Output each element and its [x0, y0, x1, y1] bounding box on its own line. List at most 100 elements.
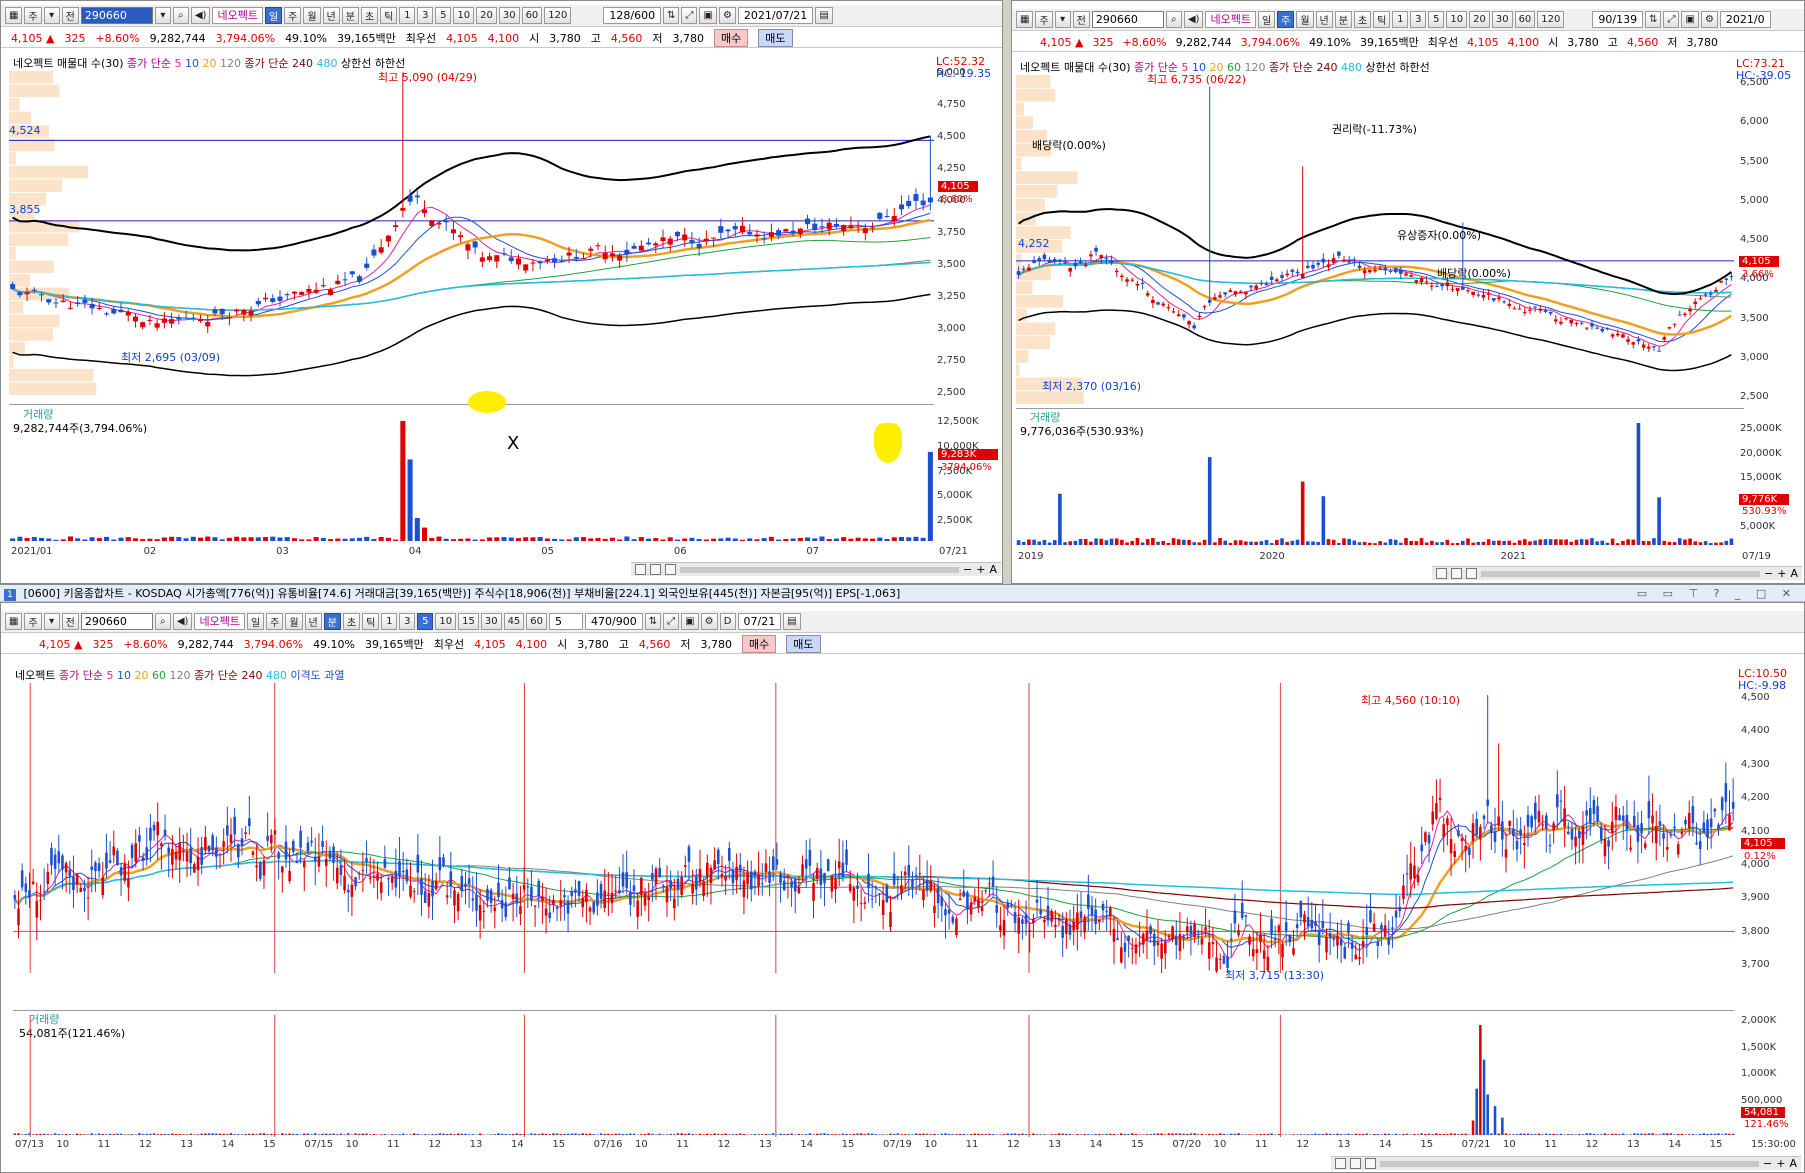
dropdown-icon[interactable]: ▾ [43, 613, 60, 630]
play-icon[interactable] [665, 564, 676, 575]
chart-tool-icon[interactable]: ⇅ [663, 7, 680, 24]
sound-icon[interactable]: ◀) [190, 7, 211, 24]
daily-volume-plot[interactable] [9, 411, 934, 543]
scroll-left-icon[interactable] [1436, 568, 1447, 579]
zoom-icon[interactable]: ⤢ [681, 7, 698, 24]
tab-second[interactable]: 초 [1353, 11, 1372, 28]
calendar-icon[interactable]: ▤ [783, 613, 801, 630]
scroll-track[interactable] [680, 566, 960, 573]
num-1[interactable]: 1 [1392, 11, 1409, 28]
settings-icon[interactable]: ⚙ [700, 613, 718, 630]
num-120[interactable]: 120 [544, 7, 572, 24]
tab-year[interactable]: 년 [304, 613, 322, 630]
min-1[interactable]: 1 [381, 613, 398, 630]
date-input[interactable]: 2021/07/21 [737, 7, 814, 24]
sell-button[interactable]: 매도 [786, 635, 821, 653]
window-controls[interactable]: ▭ ▭ ⊤ ? _ □ ✕ [1637, 585, 1797, 602]
sound-icon[interactable]: ◀) [1183, 11, 1204, 28]
zoom-minus-icon[interactable]: − [1764, 567, 1773, 580]
stock-code-input[interactable]: 290660 [80, 613, 153, 630]
ma-label[interactable]: 종가 단순 [59, 669, 103, 682]
weekly-volume-plot[interactable] [1016, 413, 1734, 547]
min-15[interactable]: 15 [458, 613, 479, 630]
period-count-input[interactable]: 470/900 [585, 613, 643, 630]
play-icon[interactable] [1365, 1158, 1376, 1169]
ma240-label[interactable]: 종가 단순 240 [1269, 61, 1337, 74]
indicator-title[interactable]: 네오펙트 [15, 669, 55, 682]
tab-year[interactable]: 년 [1315, 11, 1333, 28]
minute-volume-plot[interactable] [13, 1015, 1735, 1137]
num-1[interactable]: 1 [399, 7, 416, 24]
settings-icon[interactable]: ⚙ [718, 7, 736, 24]
d-checkbox[interactable]: D [719, 613, 736, 630]
market-type-button[interactable]: 주 [24, 613, 42, 630]
num-3[interactable]: 3 [1410, 11, 1427, 28]
stop-icon[interactable] [1451, 568, 1462, 579]
zoom-plus-icon[interactable]: + [1776, 1157, 1785, 1170]
num-10[interactable]: 10 [1446, 11, 1468, 28]
text-tool-icon[interactable]: A [1789, 1157, 1797, 1170]
sound-icon[interactable]: ◀) [172, 613, 193, 630]
tab-day[interactable]: 일 [1257, 11, 1276, 28]
minute-price-plot[interactable] [13, 683, 1735, 973]
market-type-button[interactable]: 주 [24, 7, 42, 24]
tab-minute[interactable]: 분 [341, 7, 359, 24]
grid-menu-icon[interactable]: ▦ [5, 613, 23, 630]
tab-day[interactable]: 일 [264, 7, 283, 24]
play-icon[interactable] [1466, 568, 1477, 579]
weekly-scrollbar[interactable]: − + A [1432, 566, 1802, 580]
calendar-icon[interactable]: ▤ [815, 7, 833, 24]
zoom-icon[interactable]: ⤢ [1663, 11, 1680, 28]
min-45[interactable]: 45 [503, 613, 525, 630]
tab-day[interactable]: 일 [246, 613, 265, 630]
save-icon[interactable]: ▣ [1681, 11, 1699, 28]
sell-button[interactable]: 매도 [758, 29, 793, 47]
zoom-minus-icon[interactable]: − [963, 563, 972, 576]
tab-month[interactable]: 월 [303, 7, 321, 24]
num-60[interactable]: 60 [1514, 11, 1536, 28]
tab-tick[interactable]: 틱 [362, 613, 380, 630]
lower-band-label[interactable]: 하한선 [1399, 61, 1429, 74]
tab-week[interactable]: 주 [284, 7, 302, 24]
ma-label[interactable]: 종가 단순 [127, 57, 171, 70]
scope-button[interactable]: 전 [1072, 11, 1090, 28]
upper-band-label[interactable]: 상한선 [341, 57, 371, 70]
ma240-label[interactable]: 종가 단순 240 [194, 669, 262, 682]
daily-price-plot[interactable] [9, 71, 934, 396]
scope-button[interactable]: 전 [61, 613, 79, 630]
min-5[interactable]: 5 [417, 613, 434, 630]
zoom-plus-icon[interactable]: + [1777, 567, 1786, 580]
tab-minute[interactable]: 분 [1334, 11, 1352, 28]
period-count-input[interactable]: 90/139 [1592, 11, 1644, 28]
indicator-title[interactable]: 네오펙트 매물대 수(30) [13, 57, 124, 70]
market-type-button[interactable]: 주 [1035, 11, 1053, 28]
buy-button[interactable]: 매수 [742, 635, 777, 653]
settings-icon[interactable]: ⚙ [1700, 11, 1718, 28]
indicator-title[interactable]: 네오펙트 매물대 수(30) [1020, 61, 1131, 74]
tab-week[interactable]: 주 [266, 613, 284, 630]
stock-code-input[interactable]: 290660 [80, 7, 153, 24]
save-icon[interactable]: ▣ [681, 613, 699, 630]
dropdown-icon[interactable]: ▾ [43, 7, 60, 24]
tab-month[interactable]: 월 [1296, 11, 1314, 28]
tab-second[interactable]: 초 [342, 613, 361, 630]
tab-tick[interactable]: 틱 [380, 7, 398, 24]
grid-menu-icon[interactable]: ▦ [1016, 11, 1034, 28]
stock-name-label[interactable]: 네오펙트 [194, 613, 245, 630]
min-30[interactable]: 30 [480, 613, 502, 630]
num-120[interactable]: 120 [1537, 11, 1565, 28]
tab-week[interactable]: 주 [1277, 11, 1295, 28]
stock-name-label[interactable]: 네오펙트 [212, 7, 263, 24]
tab-second[interactable]: 초 [360, 7, 379, 24]
stop-icon[interactable] [650, 564, 661, 575]
scroll-left-icon[interactable] [635, 564, 646, 575]
daily-scrollbar[interactable]: − + A [631, 562, 1001, 576]
num-30[interactable]: 30 [498, 7, 520, 24]
scroll-track[interactable] [1481, 570, 1761, 577]
date-input[interactable]: 07/21 [737, 613, 782, 630]
stop-icon[interactable] [1350, 1158, 1361, 1169]
num-20[interactable]: 20 [1469, 11, 1490, 28]
num-10[interactable]: 10 [453, 7, 475, 24]
search-icon[interactable]: ⌕ [1165, 11, 1182, 28]
num-60[interactable]: 60 [521, 7, 543, 24]
